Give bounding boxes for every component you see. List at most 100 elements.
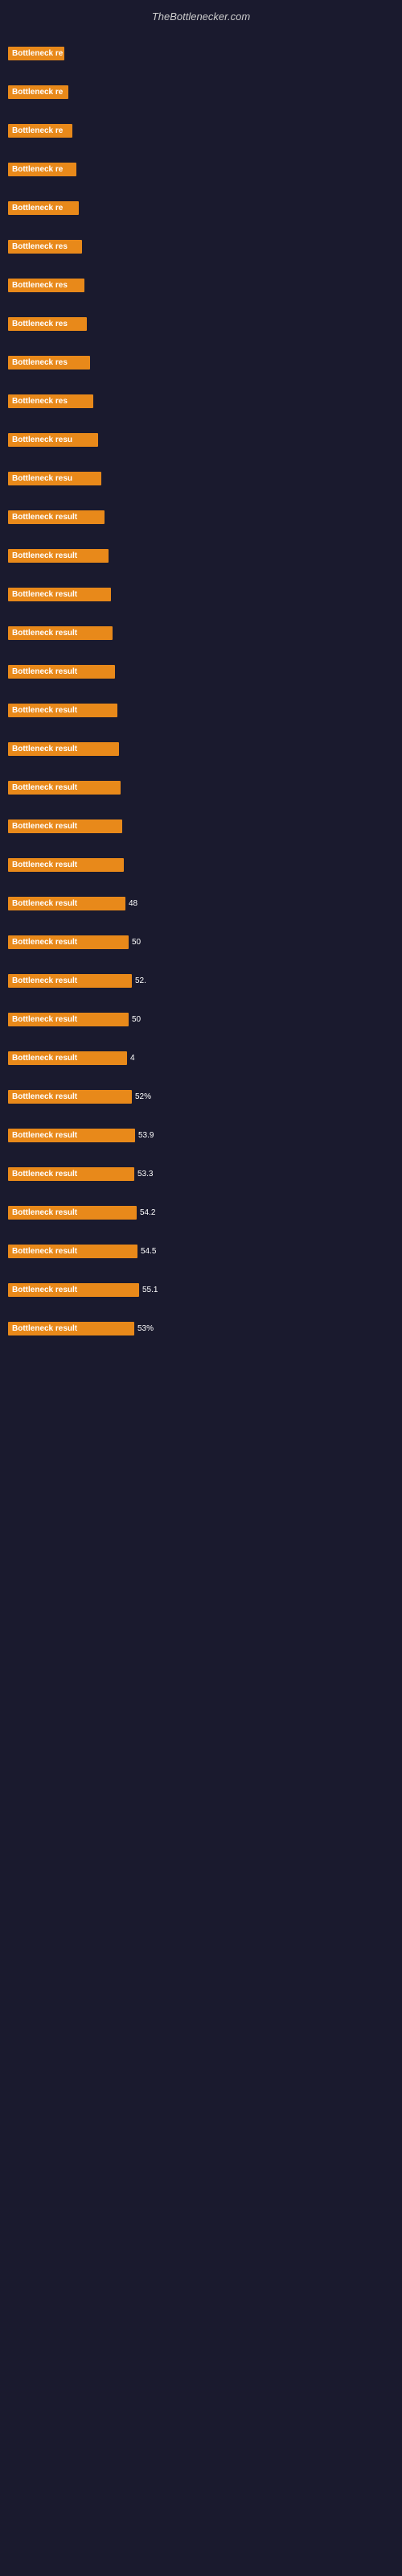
bar-row: Bottleneck res [8, 274, 394, 296]
bar-label: Bottleneck result [8, 665, 115, 679]
bar-label-area: Bottleneck re [8, 85, 68, 99]
bar-row: Bottleneck result 48 [8, 892, 394, 914]
bar-label: Bottleneck result [8, 1322, 134, 1335]
bar-label-area: Bottleneck re [8, 163, 76, 176]
bar-row: Bottleneck res [8, 312, 394, 335]
bar-label-area: Bottleneck result [8, 665, 115, 679]
bar-row: Bottleneck resu [8, 467, 394, 489]
bar-label: Bottleneck re [8, 47, 64, 60]
bar-label-area: Bottleneck result [8, 1051, 127, 1065]
bar-label-area: Bottleneck result [8, 1129, 135, 1142]
bar-value: 48 [129, 899, 137, 908]
bar-label: Bottleneck res [8, 317, 87, 331]
bar-row: Bottleneck result [8, 544, 394, 567]
bar-label-area: Bottleneck result [8, 781, 121, 795]
bar-label: Bottleneck result [8, 1051, 127, 1065]
bar-label-area: Bottleneck result [8, 704, 117, 717]
bar-label: Bottleneck result [8, 742, 119, 756]
bar-label: Bottleneck result [8, 935, 129, 949]
bar-row: Bottleneck res [8, 351, 394, 374]
bar-label: Bottleneck result [8, 1129, 135, 1142]
bar-label-area: Bottleneck result [8, 588, 111, 601]
bar-row: Bottleneck res [8, 390, 394, 412]
bar-row: Bottleneck result55.1 [8, 1278, 394, 1301]
bar-row: Bottleneck result [8, 815, 394, 837]
bar-row: Bottleneck re [8, 80, 394, 103]
bar-row: Bottleneck resu [8, 428, 394, 451]
bar-label-area: Bottleneck result [8, 1090, 132, 1104]
bar-label-area: Bottleneck resu [8, 433, 98, 447]
bar-label-area: Bottleneck re [8, 124, 72, 138]
bar-label-area: Bottleneck result [8, 897, 125, 910]
bar-value: 53.9 [138, 1131, 154, 1140]
bar-row: Bottleneck result [8, 853, 394, 876]
bar-label: Bottleneck result [8, 819, 122, 833]
bar-label-area: Bottleneck result [8, 1206, 137, 1220]
bar-label: Bottleneck res [8, 279, 84, 292]
bar-row: Bottleneck result52. [8, 969, 394, 992]
bar-label: Bottleneck result [8, 781, 121, 795]
bar-value: 50 [132, 938, 141, 947]
bar-label-area: Bottleneck result [8, 1283, 139, 1297]
bar-label-area: Bottleneck result [8, 819, 122, 833]
bar-row: Bottleneck result54.2 [8, 1201, 394, 1224]
bar-label-area: Bottleneck result [8, 1013, 129, 1026]
bar-label: Bottleneck result [8, 1245, 137, 1258]
bar-label: Bottleneck res [8, 240, 82, 254]
bar-label: Bottleneck re [8, 163, 76, 176]
bar-label-area: Bottleneck res [8, 317, 87, 331]
bar-label-area: Bottleneck resu [8, 472, 101, 485]
bar-label: Bottleneck result [8, 974, 132, 988]
bar-row: Bottleneck re [8, 158, 394, 180]
bar-label: Bottleneck result [8, 510, 105, 524]
bar-label: Bottleneck res [8, 356, 90, 369]
bar-row: Bottleneck result [8, 737, 394, 760]
page-header: TheBottlenecker.com [8, 3, 394, 27]
bar-label: Bottleneck result [8, 1013, 129, 1026]
bar-label-area: Bottleneck result [8, 1245, 137, 1258]
bar-row: Bottleneck result [8, 583, 394, 605]
bar-row: Bottleneck result [8, 506, 394, 528]
bar-label: Bottleneck result [8, 858, 124, 872]
bar-value: 53% [137, 1324, 154, 1333]
bar-row: Bottleneck result [8, 776, 394, 799]
bar-label: Bottleneck res [8, 394, 93, 408]
bar-label: Bottleneck result [8, 588, 111, 601]
bar-label: Bottleneck re [8, 85, 68, 99]
bar-row: Bottleneck re [8, 196, 394, 219]
bar-row: Bottleneck result [8, 621, 394, 644]
bar-label: Bottleneck result [8, 1206, 137, 1220]
bar-row: Bottleneck result53% [8, 1317, 394, 1340]
bar-label: Bottleneck result [8, 1283, 139, 1297]
bar-value: 55.1 [142, 1286, 158, 1294]
bar-label-area: Bottleneck res [8, 240, 82, 254]
bar-row: Bottleneck re [8, 119, 394, 142]
bar-value: 53.3 [137, 1170, 153, 1179]
bar-value: 54.2 [140, 1208, 155, 1217]
bar-label: Bottleneck result [8, 897, 125, 910]
bar-label-area: Bottleneck result [8, 549, 109, 563]
bar-value: 54.5 [141, 1247, 156, 1256]
bar-label-area: Bottleneck result [8, 974, 132, 988]
bar-value: 52% [135, 1092, 151, 1101]
bar-row: Bottleneck result53.3 [8, 1162, 394, 1185]
bar-label: Bottleneck re [8, 201, 79, 215]
bar-label-area: Bottleneck result [8, 510, 105, 524]
bar-row: Bottleneck result4 [8, 1046, 394, 1069]
bar-value: 50 [132, 1015, 141, 1024]
bar-label-area: Bottleneck result [8, 626, 113, 640]
bar-row: Bottleneck re [8, 42, 394, 64]
bar-row: Bottleneck result53.9 [8, 1124, 394, 1146]
bar-row: Bottleneck result [8, 699, 394, 721]
bar-label-area: Bottleneck res [8, 394, 93, 408]
bar-label: Bottleneck result [8, 1090, 132, 1104]
bar-label: Bottleneck result [8, 549, 109, 563]
bar-row: Bottleneck result50 [8, 931, 394, 953]
bar-label-area: Bottleneck result [8, 1167, 134, 1181]
bar-row: Bottleneck res [8, 235, 394, 258]
bar-label-area: Bottleneck re [8, 201, 79, 215]
bar-value: 4 [130, 1054, 135, 1063]
bar-label-area: Bottleneck result [8, 935, 129, 949]
bar-row: Bottleneck result50 [8, 1008, 394, 1030]
bar-label-area: Bottleneck res [8, 279, 84, 292]
